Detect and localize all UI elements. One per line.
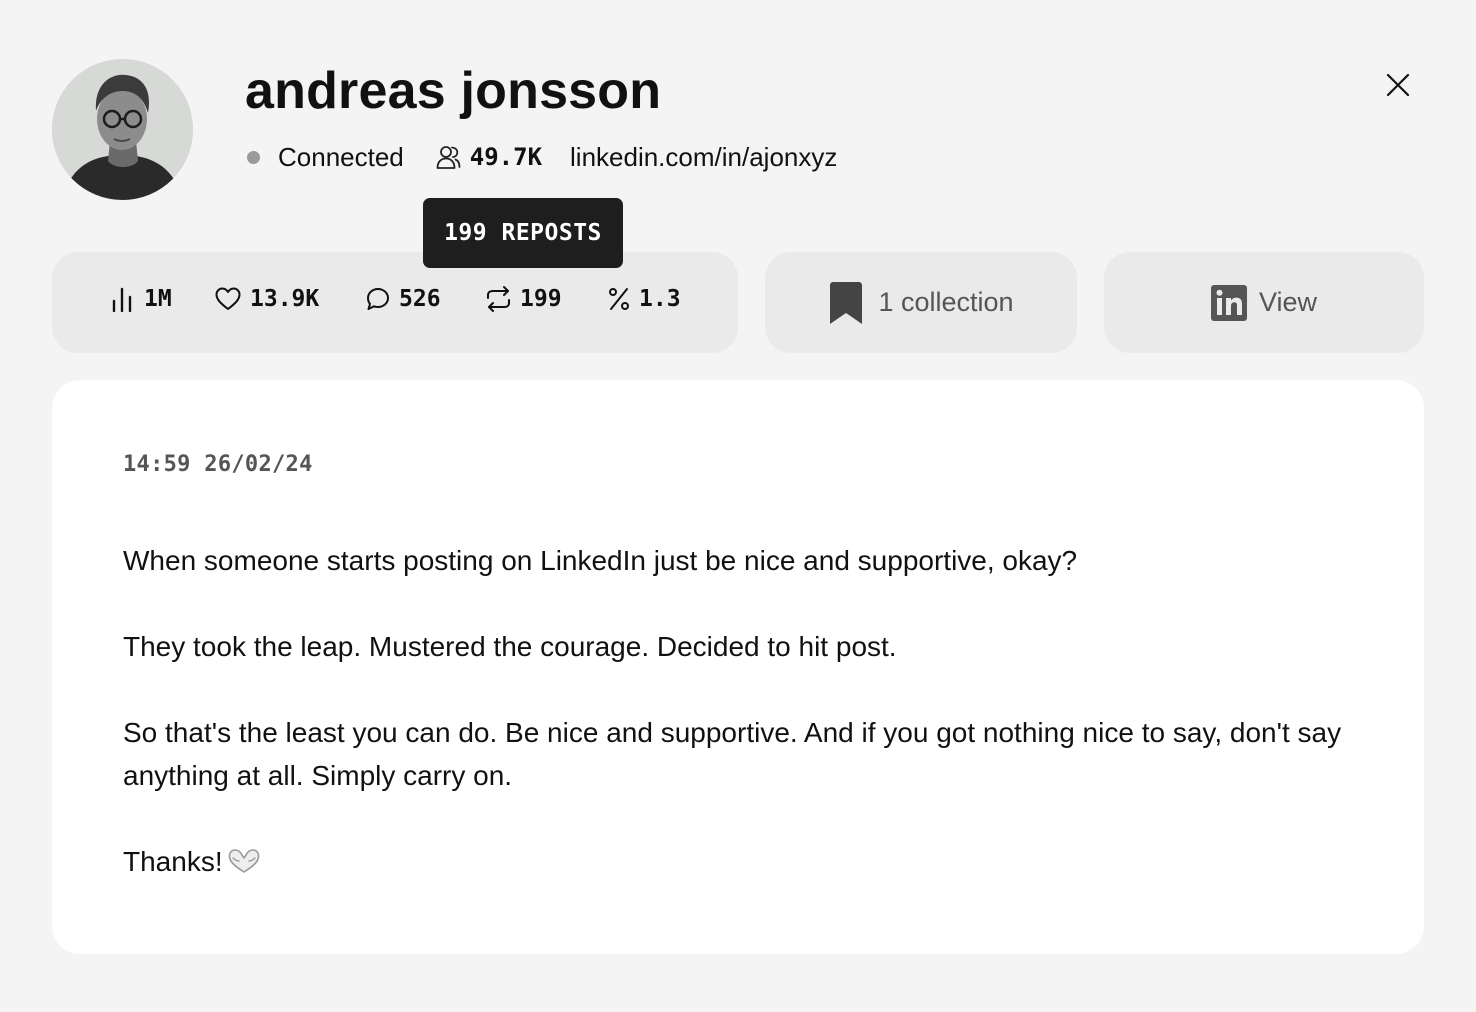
- post-timestamp: 14:59 26/02/24: [123, 452, 313, 477]
- impressions-value: 1M: [144, 286, 172, 312]
- post-paragraph: Thanks!: [123, 846, 223, 877]
- engagement-stat[interactable]: 1.3: [608, 283, 681, 315]
- post-paragraph: They took the leap. Mustered the courage…: [123, 631, 897, 662]
- close-button[interactable]: [1379, 66, 1417, 104]
- post-paragraph-last: Thanks!: [123, 840, 1353, 886]
- view-label: View: [1258, 287, 1318, 317]
- post-body: When someone starts posting on LinkedIn …: [123, 539, 1353, 886]
- engagement-value: 1.3: [639, 286, 681, 312]
- users-icon: [436, 144, 461, 170]
- avatar[interactable]: [52, 59, 193, 200]
- status-dot: [247, 150, 260, 164]
- comment-icon: [366, 287, 390, 311]
- heart-icon: [215, 287, 241, 311]
- connection-status: Connected: [278, 141, 404, 172]
- followers-count: 49.7K: [436, 143, 542, 171]
- repost-icon: [486, 286, 511, 312]
- bar-chart-icon: [111, 286, 135, 312]
- heart-hands-emoji: [227, 843, 261, 886]
- comments-value: 526: [399, 286, 441, 312]
- profile-link[interactable]: linkedin.com/in/ajonxyz: [570, 142, 837, 173]
- percent-icon: [608, 287, 630, 311]
- followers-value: 49.7K: [469, 143, 543, 171]
- likes-value: 13.9K: [250, 286, 320, 312]
- collection-button[interactable]: 1 collection: [765, 252, 1077, 353]
- likes-stat[interactable]: 13.9K: [215, 283, 319, 315]
- collection-label: 1 collection: [878, 287, 1014, 317]
- profile-meta: Connected 49.7K linkedin.com/in/ajonxyz: [245, 140, 837, 174]
- reposts-stat[interactable]: 199: [486, 283, 562, 315]
- post-detail-modal: andreas jonsson Connected 49.7K linkedin…: [0, 0, 1476, 1012]
- bookmark-icon: [828, 281, 864, 325]
- impressions-stat[interactable]: 1M: [111, 283, 172, 315]
- comments-stat[interactable]: 526: [366, 283, 441, 315]
- profile-name: andreas jonsson: [245, 62, 662, 120]
- view-on-linkedin-button[interactable]: View: [1104, 252, 1424, 353]
- post-paragraph: So that's the least you can do. Be nice …: [123, 717, 1342, 791]
- post-paragraph: When someone starts posting on LinkedIn …: [123, 545, 1078, 576]
- close-icon: [1386, 73, 1410, 97]
- reposts-value: 199: [520, 286, 562, 312]
- reposts-tooltip: 199 REPOSTS: [423, 198, 623, 268]
- linkedin-icon: [1210, 284, 1247, 321]
- profile-photo: [52, 59, 193, 200]
